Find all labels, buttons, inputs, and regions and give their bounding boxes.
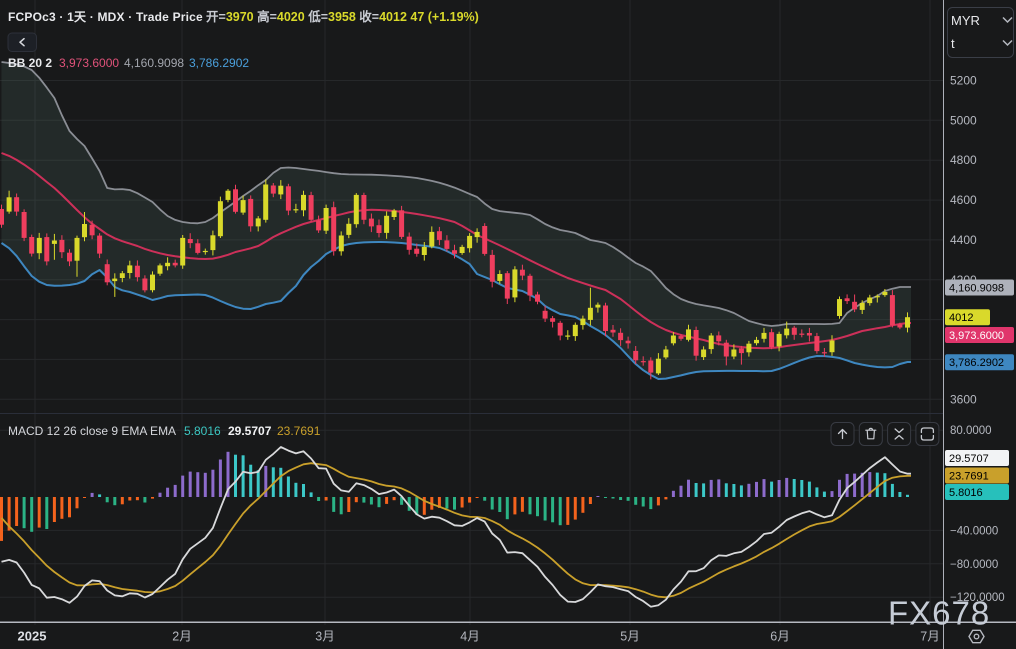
svg-text:80.0000: 80.0000 xyxy=(950,425,992,437)
svg-text:5000: 5000 xyxy=(950,113,977,127)
svg-text:BB 20 2: BB 20 2 xyxy=(8,56,52,70)
svg-text:3,786.2902: 3,786.2902 xyxy=(189,56,249,70)
svg-text:4800: 4800 xyxy=(950,153,977,167)
svg-text:3,973.6000: 3,973.6000 xyxy=(59,56,119,70)
svg-text:3,973.6000: 3,973.6000 xyxy=(949,330,1004,342)
svg-text:−80.0000: −80.0000 xyxy=(950,559,998,571)
svg-text:6月: 6月 xyxy=(770,630,789,644)
svg-text:5月: 5月 xyxy=(620,630,639,644)
svg-text:23.7691: 23.7691 xyxy=(277,424,321,438)
svg-text:FX678: FX678 xyxy=(888,595,990,632)
svg-text:3600: 3600 xyxy=(950,392,977,406)
svg-text:3,786.2902: 3,786.2902 xyxy=(949,357,1004,369)
svg-text:开=3970 高=4020 低=3958 收=4012 47: 开=3970 高=4020 低=3958 收=4012 47 (+1.19%) xyxy=(206,9,479,24)
svg-text:4,160.9098: 4,160.9098 xyxy=(124,56,184,70)
svg-text:t: t xyxy=(951,36,955,51)
svg-text:4012: 4012 xyxy=(949,312,973,324)
svg-text:MACD 12 26 close 9 EMA EMA: MACD 12 26 close 9 EMA EMA xyxy=(8,424,176,438)
svg-text:23.7691: 23.7691 xyxy=(949,471,989,483)
svg-text:29.5707: 29.5707 xyxy=(949,453,989,465)
svg-text:MYR: MYR xyxy=(951,13,980,28)
svg-text:5200: 5200 xyxy=(950,74,977,88)
svg-text:4月: 4月 xyxy=(460,630,479,644)
svg-text:2025: 2025 xyxy=(18,629,47,644)
svg-text:2月: 2月 xyxy=(172,630,191,644)
svg-text:−40.0000: −40.0000 xyxy=(950,525,998,537)
svg-text:3月: 3月 xyxy=(315,630,334,644)
svg-text:FCPOc3 · 1天 · MDX · Trade Pric: FCPOc3 · 1天 · MDX · Trade Price xyxy=(8,10,203,24)
svg-text:7月: 7月 xyxy=(920,630,939,644)
svg-text:4,160.9098: 4,160.9098 xyxy=(949,283,1004,295)
svg-text:29.5707: 29.5707 xyxy=(228,424,272,438)
svg-text:4600: 4600 xyxy=(950,193,977,207)
svg-text:4400: 4400 xyxy=(950,233,977,247)
svg-text:5.8016: 5.8016 xyxy=(949,487,983,499)
svg-text:5.8016: 5.8016 xyxy=(184,424,221,438)
